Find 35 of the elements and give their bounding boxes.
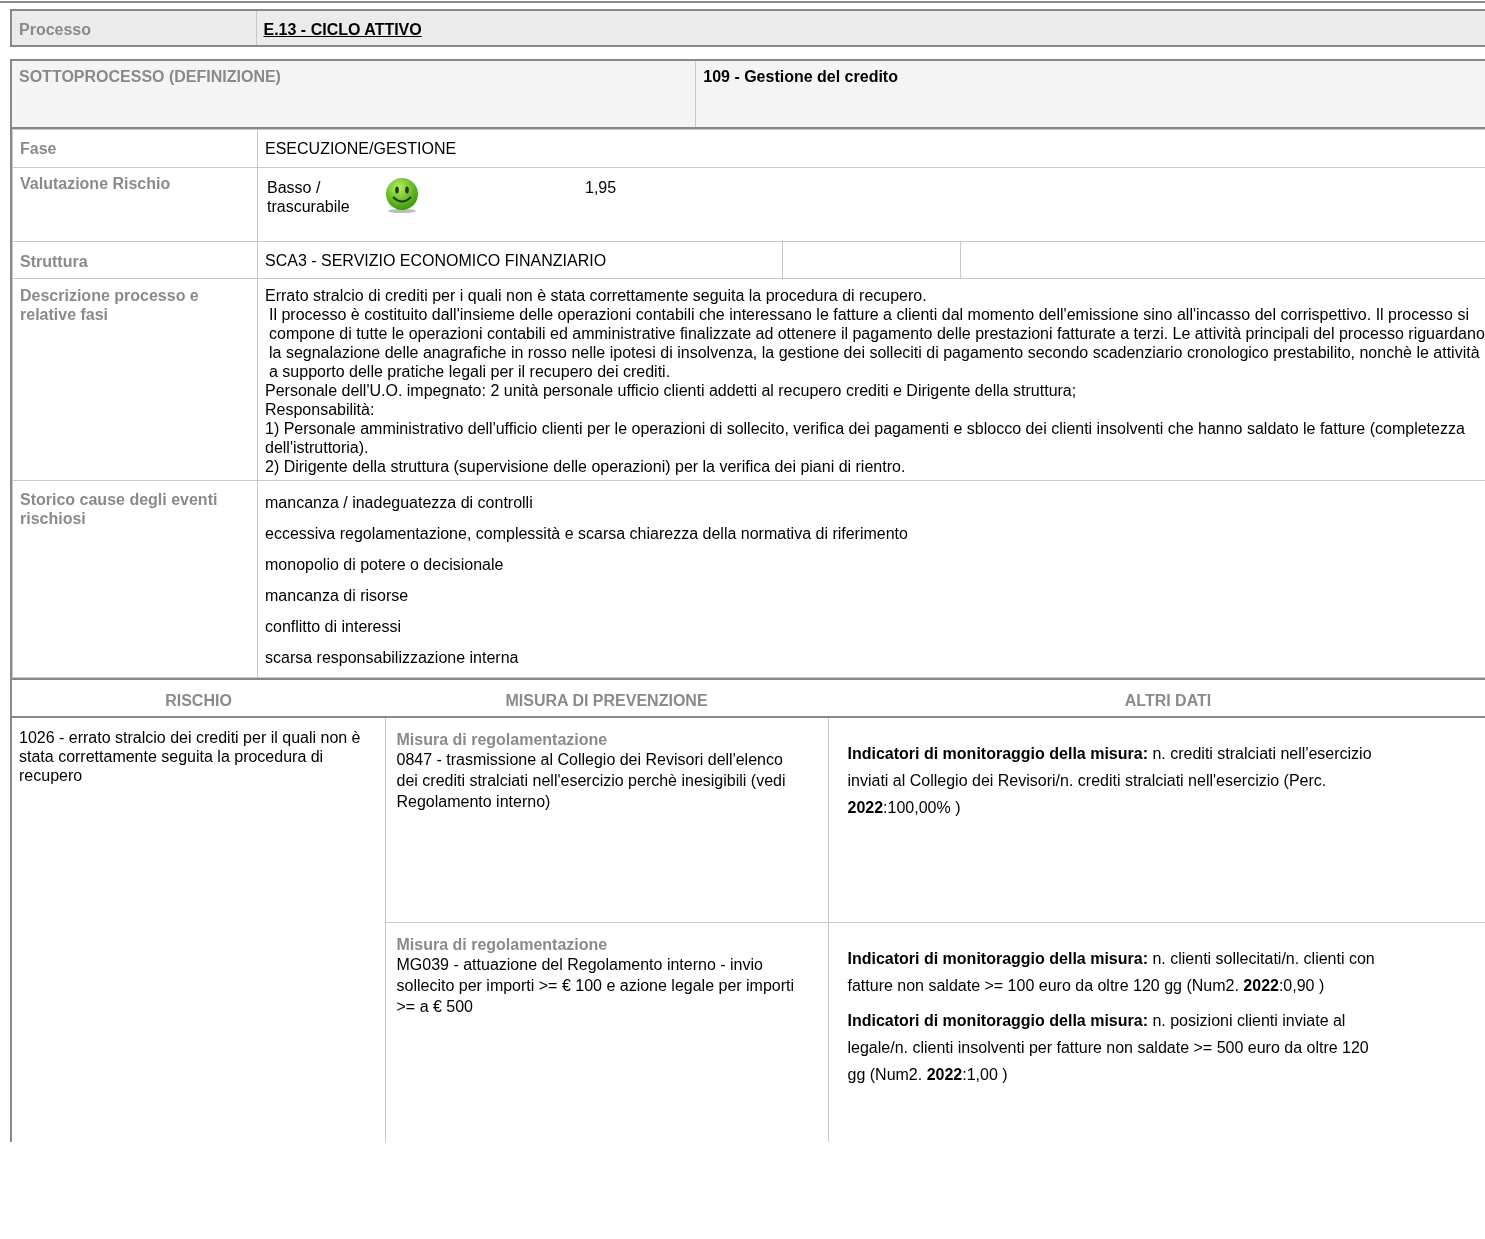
risk-score: 1,95 <box>585 178 617 197</box>
row-label: Storico cause degli eventi rischiosi <box>12 480 258 678</box>
description-paragraph: 1) Personale amministrativo dell'ufficio clienti per le operazioni di sollecito, verifica dei pagamenti e sblocco dei clienti insolventi che hanno saldato le fatture (completezza dell'istruttoria). <box>265 419 1466 457</box>
process-link[interactable]: E.13 - CICLO ATTIVO <box>263 21 422 38</box>
risk-description: 1026 - errato stralcio dei crediti per il quali non è stata correttamente seguita la procedura di recupero <box>19 728 362 785</box>
risk-level: Basso / trascurabile <box>266 178 351 216</box>
description-paragraph: Errato stralcio di crediti per i quali non è stata correttamente seguita la procedura di recupero. <box>265 286 928 305</box>
cause-item: conflitto di interessi <box>265 617 403 637</box>
smiley-icon <box>385 178 419 214</box>
structure-value: SCA3 - SERVIZIO ECONOMICO FINANZIARIO <box>258 242 783 278</box>
measure-type: Misura di regolamentazione <box>396 730 609 749</box>
cause-item: mancanza di risorse <box>265 586 410 606</box>
row-label: Processo <box>11 10 256 46</box>
cause-item: eccessiva regolamentazione, complessità e scarsa chiarezza della normativa di riferimento <box>265 524 909 544</box>
phase-value: ESECUZIONE/GESTIONE <box>257 129 1485 168</box>
indicator-text: Indicatori di monitoraggio della misura: n. posizioni clienti inviate al legale/n. clienti insolventi per fatture non saldate >= 500 euro da oltre 120 gg (Num2. 2022:1,00 ) <box>847 1010 1370 1085</box>
row-label: Struttura <box>12 241 258 279</box>
description-paragraph: 2) Dirigente della struttura (supervisione delle operazioni) per la verifica dei piani di rientro. <box>265 457 907 476</box>
cause-item: mancanza / inadeguatezza di controlli <box>265 493 534 513</box>
description-paragraph: Responsabilità: <box>265 400 376 419</box>
measure-type: Misura di regolamentazione <box>396 934 609 954</box>
column-header: RISCHIO <box>165 691 232 709</box>
indicator-text: Indicatori di monitoraggio della misura: n. crediti stralciati nell'esercizio inviati al Collegio dei Revisori/n. crediti stralciati nell'esercizio (Perc. 2022:100,00% ) <box>847 744 1373 818</box>
row-label: Fase <box>12 129 258 168</box>
cause-item: monopolio di potere o decisionale <box>265 555 505 575</box>
indicator-text: Indicatori di monitoraggio della misura: n. clienti sollecitati/n. clienti con fatture non saldate >= 100 euro da oltre 120 gg (Num2. 2022:0,90 ) <box>847 948 1376 996</box>
row-label: Valutazione Rischio <box>12 167 258 242</box>
column-header: MISURA DI PREVENZIONE <box>505 691 708 709</box>
measure-description: MG039 - attuazione del Regolamento interno - invio sollecito per importi >= € 100 e azione legale per importi >= a € 500 <box>396 954 796 1017</box>
cause-item: scarsa responsabilizzazione interna <box>265 648 520 668</box>
measure-description: 0847 - trasmissione al Collegio dei Revisori dell'elenco dei crediti stralciati nell'esercizio perchè inesigibili (vedi Regolamento interno) <box>396 750 787 812</box>
column-header: ALTRI DATI <box>1124 691 1212 709</box>
description-paragraph: Il processo è costituito dall'insieme delle operazioni contabili che interessano le fatture a clienti dal momento dell'emissione sino all'incasso del corrispettivo. Il processo si compone di tutte le operazioni contabili ed amministrative finalizzate ad ottenere il pagamento delle prestazioni fatturate a terzi. Le attività principali del processo riguardano la segnalazione delle anagrafiche in rosso nelle ipotesi di insolvenza, la gestione dei solleciti di pagamento secondo scadenziario cronologico prestabilito, nonchè le attività a supporto delle pratiche legali per il recupero dei crediti. <box>268 305 1485 381</box>
description-paragraph: Personale dell'U.O. impegnato: 2 unità personale ufficio clienti addetti al recupero crediti e Dirigente della struttura; <box>265 381 1078 400</box>
row-label: Descrizione processo e relative fasi <box>12 278 258 481</box>
